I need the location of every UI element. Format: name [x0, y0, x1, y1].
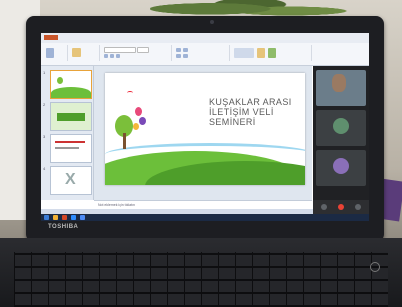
powerpoint-icon[interactable] — [62, 215, 67, 220]
shapes-gallery[interactable] — [234, 48, 254, 58]
new-slide-icon[interactable] — [72, 48, 81, 57]
thumb-number: 3 — [43, 134, 46, 139]
thumb-number: 4 — [43, 166, 46, 171]
balloon-graphic — [135, 107, 142, 116]
zoom-icon[interactable] — [71, 215, 76, 220]
x-graphic: X — [65, 171, 76, 188]
participant-tile[interactable] — [316, 110, 366, 146]
clipboard-group — [43, 45, 68, 61]
laptop-screen: 1 2 3 4 X KUŞAKLAR ARASI İLETİŞİM VELİ S… — [41, 33, 369, 221]
bold-icon[interactable] — [104, 54, 108, 58]
slides-group — [69, 45, 100, 61]
title-line: İLETİŞİM VELİ — [209, 107, 274, 117]
title-line: KUŞAKLAR ARASI — [209, 97, 292, 107]
brand-logo: TOSHIBA — [48, 224, 79, 230]
thumb-number: 1 — [43, 70, 46, 75]
mic-icon[interactable] — [321, 204, 327, 210]
align-center-icon[interactable] — [183, 54, 188, 58]
webcam-icon — [210, 20, 214, 24]
font-group — [101, 45, 172, 61]
call-controls — [313, 200, 369, 214]
title-line: SEMİNERİ — [209, 117, 256, 127]
slide-thumbnail-1[interactable] — [50, 70, 92, 99]
windows-taskbar — [41, 214, 369, 221]
end-call-icon[interactable] — [338, 204, 344, 210]
thumb-number: 2 — [43, 102, 46, 107]
underline-icon[interactable] — [116, 54, 120, 58]
bird-graphic — [127, 91, 133, 95]
slide-thumbnail-4[interactable]: X — [50, 166, 92, 195]
start-icon[interactable] — [44, 215, 49, 220]
slide-title[interactable]: KUŞAKLAR ARASI İLETİŞİM VELİ SEMİNERİ — [209, 97, 301, 127]
arrange-icon[interactable] — [257, 48, 265, 58]
numbering-icon[interactable] — [183, 48, 188, 52]
font-name-select[interactable] — [104, 47, 136, 53]
power-button[interactable] — [370, 262, 380, 272]
video-call-panel — [313, 66, 369, 214]
paragraph-group — [173, 45, 230, 61]
slide-thumbnails-panel: 1 2 3 4 X — [41, 66, 94, 200]
avatar — [333, 118, 349, 134]
font-size-select[interactable] — [137, 47, 149, 53]
drawing-group — [231, 45, 312, 61]
participant-tile[interactable] — [316, 70, 366, 106]
keyboard[interactable] — [14, 252, 388, 307]
participant-tile[interactable] — [316, 150, 366, 186]
balloon-graphic — [133, 123, 139, 130]
italic-icon[interactable] — [110, 54, 114, 58]
file-tab[interactable] — [44, 35, 58, 40]
align-left-icon[interactable] — [176, 54, 181, 58]
slide-thumbnail-2[interactable] — [50, 102, 92, 131]
explorer-icon[interactable] — [53, 215, 58, 220]
balloon-graphic — [139, 117, 146, 125]
paste-icon[interactable] — [46, 48, 54, 58]
avatar — [333, 158, 349, 174]
camera-icon[interactable] — [355, 204, 361, 210]
ribbon-tabs — [41, 33, 369, 43]
participant-video — [332, 74, 346, 92]
tree-trunk — [123, 133, 126, 149]
notes-placeholder: Not eklemek için tıklatın — [98, 203, 135, 207]
quick-styles-icon[interactable] — [268, 48, 276, 58]
slide-thumbnail-3[interactable] — [50, 134, 92, 163]
chrome-icon[interactable] — [80, 215, 85, 220]
bullets-icon[interactable] — [176, 48, 181, 52]
current-slide[interactable]: KUŞAKLAR ARASI İLETİŞİM VELİ SEMİNERİ — [105, 73, 305, 185]
